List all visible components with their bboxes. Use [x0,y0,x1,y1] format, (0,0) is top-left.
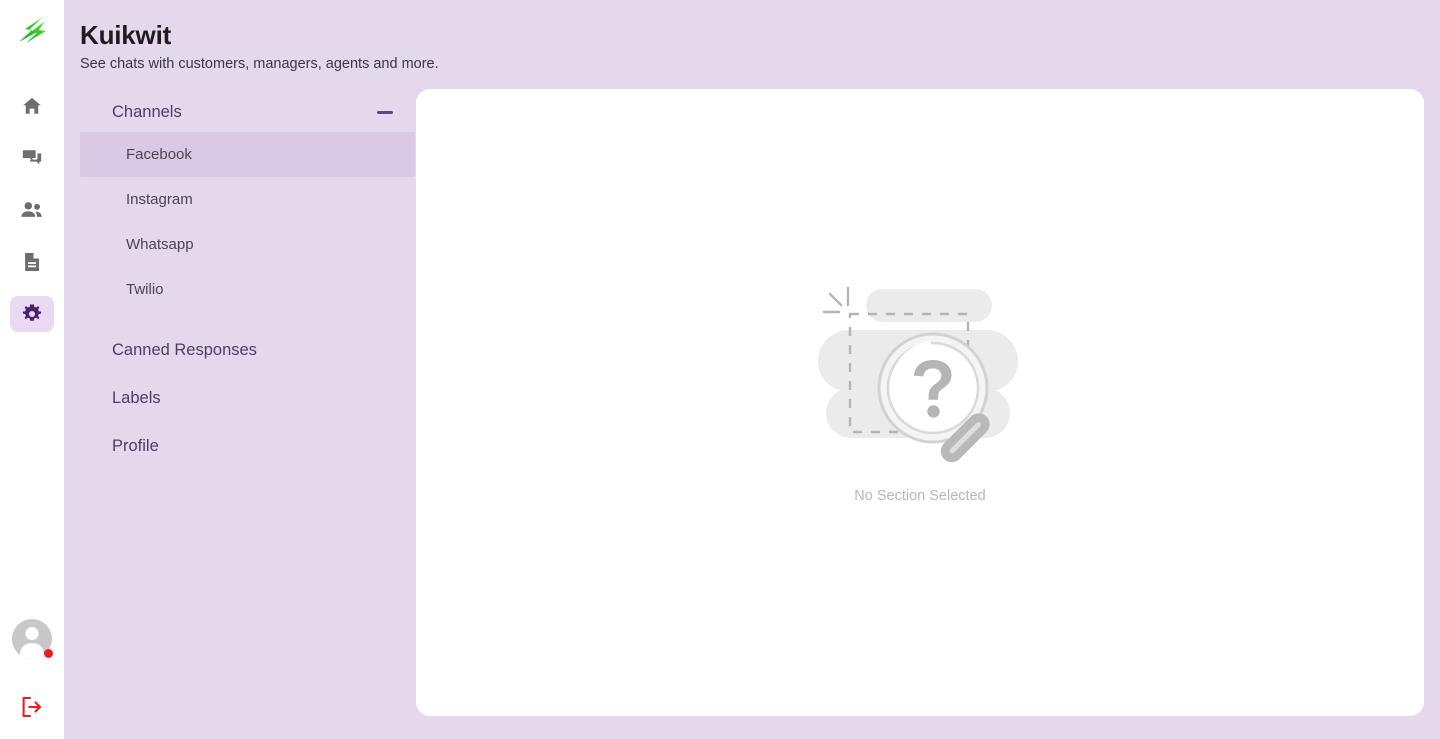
rail-item-settings[interactable] [10,296,54,332]
page-subtitle: See chats with customers, managers, agen… [80,56,439,72]
settings-nav: Channels Facebook Instagram Whatsapp Twi… [80,92,415,470]
sidebar-item-canned-responses[interactable]: Canned Responses [80,326,415,374]
page-header: Kuikwit See chats with customers, manage… [80,18,439,74]
home-icon [23,97,41,114]
chat-icon [22,150,42,165]
empty-state-text: No Section Selected [854,487,986,504]
rail-item-reports[interactable] [10,244,54,280]
green-lightning-logo-icon [19,17,46,43]
sidebar-item-facebook[interactable]: Facebook [80,132,415,177]
minus-icon[interactable] [377,110,393,114]
sidebar-item-label: Twilio [126,281,164,298]
section-channels-label: Channels [112,102,182,121]
sidebar-item-label: Labels [112,388,161,407]
magnifier-question-illustration-icon [818,286,1018,462]
sidebar-item-label: Instagram [126,191,193,208]
avatar-head [25,627,39,640]
sidebar-item-whatsapp[interactable]: Whatsapp [80,222,415,267]
sidebar-item-twilio[interactable]: Twilio [80,267,415,312]
empty-state: No Section Selected [810,278,1030,504]
app-root: Kuikwit See chats with customers, manage… [0,0,1440,739]
logout-button[interactable] [16,691,48,723]
sidebar-item-instagram[interactable]: Instagram [80,177,415,222]
people-icon [21,202,42,217]
avatar[interactable] [12,619,53,659]
sidebar-item-label: Canned Responses [112,340,257,359]
document-icon [25,253,40,271]
icon-rail [0,0,64,739]
page-title: Kuikwit [80,20,172,50]
main-area: Kuikwit See chats with customers, manage… [64,0,1440,739]
sidebar-item-profile[interactable]: Profile [80,422,415,470]
content-card: No Section Selected [416,89,1424,716]
avatar-body [20,643,44,659]
rail-item-home[interactable] [10,88,54,124]
gear-icon [22,304,42,321]
rail-item-contacts[interactable] [10,192,54,228]
section-channels-header[interactable]: Channels [80,92,415,132]
rail-bottom [0,619,64,723]
sidebar-item-label: Profile [112,436,159,455]
rail-nav [10,88,54,332]
logout-icon [22,696,42,718]
rail-item-chats[interactable] [10,140,54,176]
sidebar-item-label: Facebook [126,146,192,163]
sidebar-item-labels[interactable]: Labels [80,374,415,422]
status-badge [44,649,53,658]
sidebar-item-label: Whatsapp [126,236,194,253]
app-logo[interactable] [10,10,54,54]
